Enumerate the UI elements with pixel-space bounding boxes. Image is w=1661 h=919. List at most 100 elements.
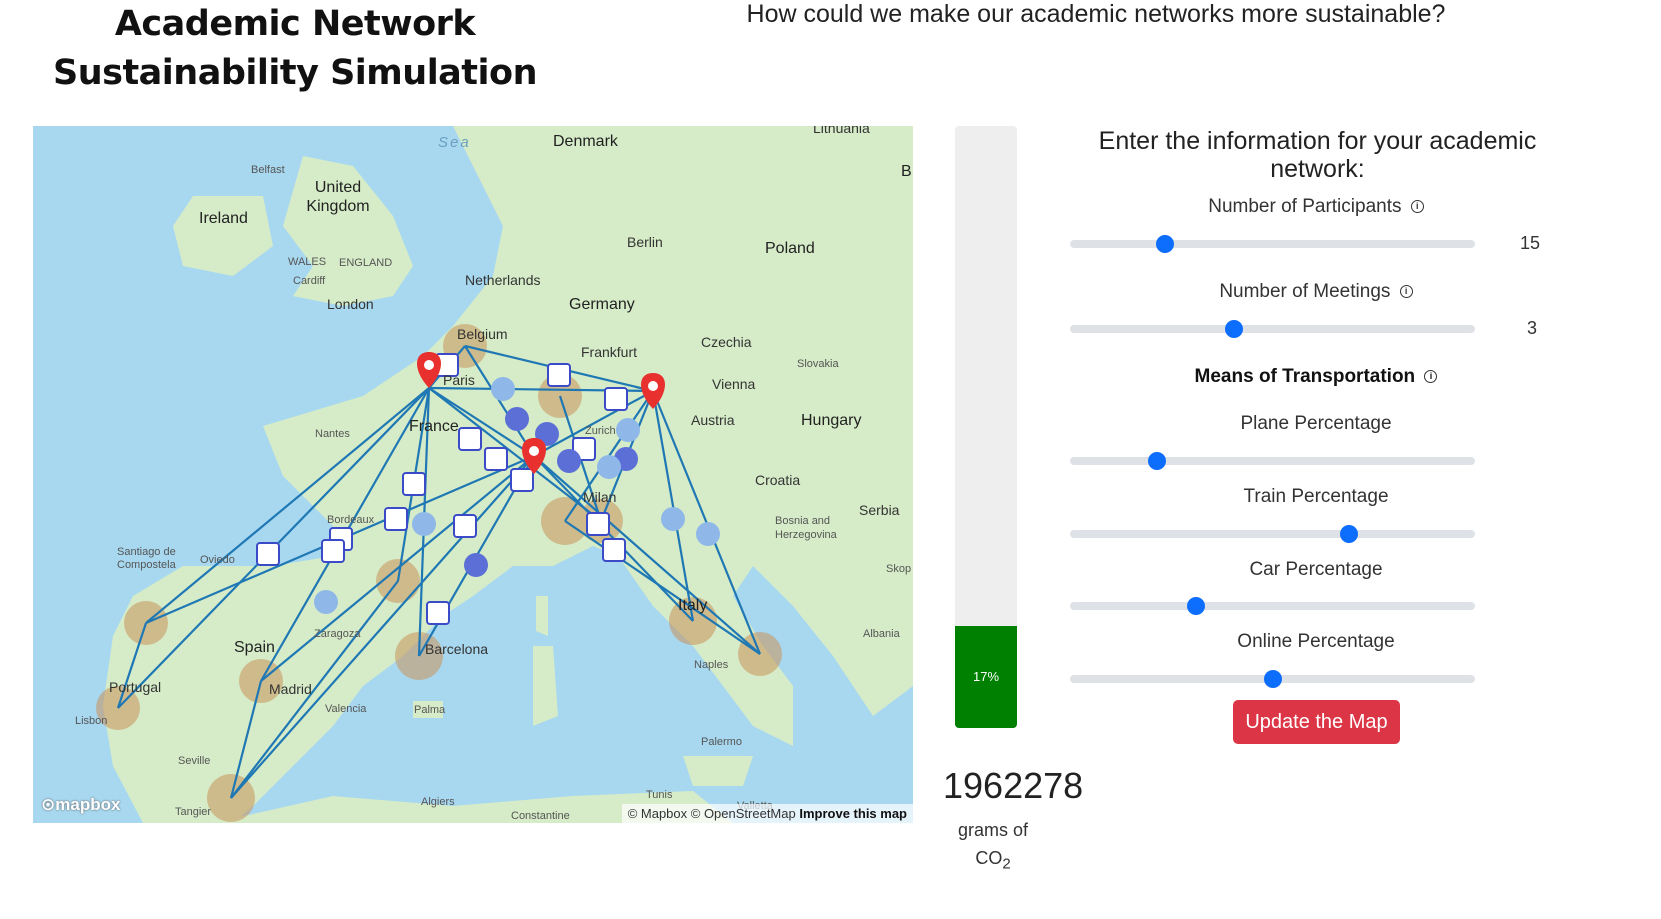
plane-icon [464,553,488,577]
attribution-text[interactable]: © Mapbox © OpenStreetMap [628,806,796,821]
co2-unit-line1: grams of [957,820,1029,840]
train-label: Train Percentage [1243,486,1389,507]
map-label-tangier: Tangier [175,806,212,818]
co2-total-value: 1962278 [943,765,1084,806]
map-label-palma: Palma [414,704,446,716]
mapbox-logo[interactable]: ⊙mapbox [41,795,120,815]
map-label-berlin: Berlin [627,234,663,250]
train-icon [547,363,571,387]
map-pin-dot [424,360,434,370]
map-pin-dot [648,381,658,391]
map-label-nantes: Nantes [315,428,350,440]
land-sardinia [533,646,558,726]
map-label-france: France [409,418,459,435]
transport-info-icon[interactable]: i [1424,370,1438,384]
map-label-bordeaux: Bordeaux [327,514,375,526]
co2-unit-line2: CO [975,848,1003,868]
map-label-serbia: Serbia [859,502,900,518]
participants-slider-thumb[interactable] [1156,235,1175,253]
train-icon [426,601,450,625]
map-label-palermo: Palermo [701,736,742,748]
map-label-germany: Germany [569,296,635,313]
mapbox-logo-icon: ⊙ [41,795,56,814]
plane-slider-thumb[interactable] [1148,452,1167,470]
map-label-sea: Sea [438,134,471,151]
car-slider[interactable] [1070,597,1475,615]
online-slider-thumb[interactable] [1263,670,1282,688]
car-icon [616,418,640,442]
map-label-spain: Spain [234,639,275,656]
land-corsica [536,596,548,636]
map-label-london: London [327,296,374,312]
participants-label: Number of Participants i [1070,196,1562,218]
emission-progress-fill: 17% [955,625,1017,728]
map-label-england: ENGLAND [339,257,393,269]
car-icon [597,455,621,479]
map-label-croatia: Croatia [755,472,801,488]
participants-value: 15 [1520,233,1541,253]
improve-map-link[interactable]: Improve this map [799,806,907,821]
map-label-vienna: Vienna [712,376,756,392]
meetings-label-text: Number of Meetings [1219,281,1391,302]
map-label-slovakia: Slovakia [797,358,839,370]
meetings-value: 3 [1527,318,1538,338]
map[interactable]: Sea Denmark Lithuania B Belfast United K… [33,126,913,823]
map-label-albania: Albania [863,628,900,640]
map-label-valencia: Valencia [325,703,367,715]
map-label-netherlands: Netherlands [465,272,541,288]
plane-label: Plane Percentage [1240,413,1392,434]
map-label-uk: United Kingdom [306,179,370,215]
plane-icon [505,407,529,431]
map-label-milan: Milan [583,489,617,505]
page-title: Academic Network Sustainability Simulati… [52,4,538,93]
map-label-belfast: Belfast [251,164,285,176]
transport-heading: Means of Transportation i [1070,366,1562,388]
map-label-denmark: Denmark [553,133,618,150]
map-label-algiers: Algiers [421,796,455,808]
emission-progress-bar: 17% [955,126,1017,728]
participants-label-text: Number of Participants [1208,196,1402,217]
meetings-slider-thumb[interactable] [1225,320,1244,338]
meetings-label: Number of Meetings i [1070,281,1562,303]
map-label-zaragoza: Zaragoza [314,628,361,640]
map-label-italy: Italy [678,597,708,614]
train-icon [602,538,626,562]
meetings-info-icon[interactable]: i [1399,285,1413,299]
car-icon [412,512,436,536]
train-icon [458,427,482,451]
map-label-naples: Naples [694,659,729,671]
map-label-frankfurt: Frankfurt [581,344,638,360]
map-label-seville: Seville [178,755,211,767]
train-icon [484,447,508,471]
car-icon [661,507,685,531]
land-sicily [683,756,753,786]
map-label-constantine: Constantine [511,810,570,822]
transport-heading-text: Means of Transportation [1194,366,1416,387]
map-label-hungary: Hungary [801,412,862,429]
car-label: Car Percentage [1249,559,1383,580]
online-slider[interactable] [1070,670,1475,688]
map-label-belgium: Belgium [457,326,508,342]
participants-slider[interactable] [1070,235,1475,253]
train-icon [510,468,534,492]
map-label-madrid: Madrid [269,681,312,697]
map-pin-dot [529,446,539,456]
car-slider-thumb[interactable] [1186,597,1205,615]
map-label-portugal: Portugal [109,679,162,695]
train-icon [586,512,610,536]
update-map-button[interactable]: Update the Map [1233,700,1400,744]
meetings-slider[interactable] [1070,320,1475,338]
car-icon [696,522,720,546]
train-slider[interactable] [1070,525,1475,543]
map-label-skop: Skop [886,563,912,575]
map-label-ireland: Ireland [199,210,248,227]
participants-info-icon[interactable]: i [1410,200,1424,214]
map-label-oviedo: Oviedo [200,554,235,566]
train-slider-thumb[interactable] [1340,525,1359,543]
map-label-czechia: Czechia [701,334,752,350]
map-label-austria: Austria [691,412,735,428]
train-icon [453,514,477,538]
plane-slider[interactable] [1070,452,1475,470]
map-label-zurich: Zurich [585,425,616,437]
map-label-santiago: Santiago de Compostela [117,546,176,571]
